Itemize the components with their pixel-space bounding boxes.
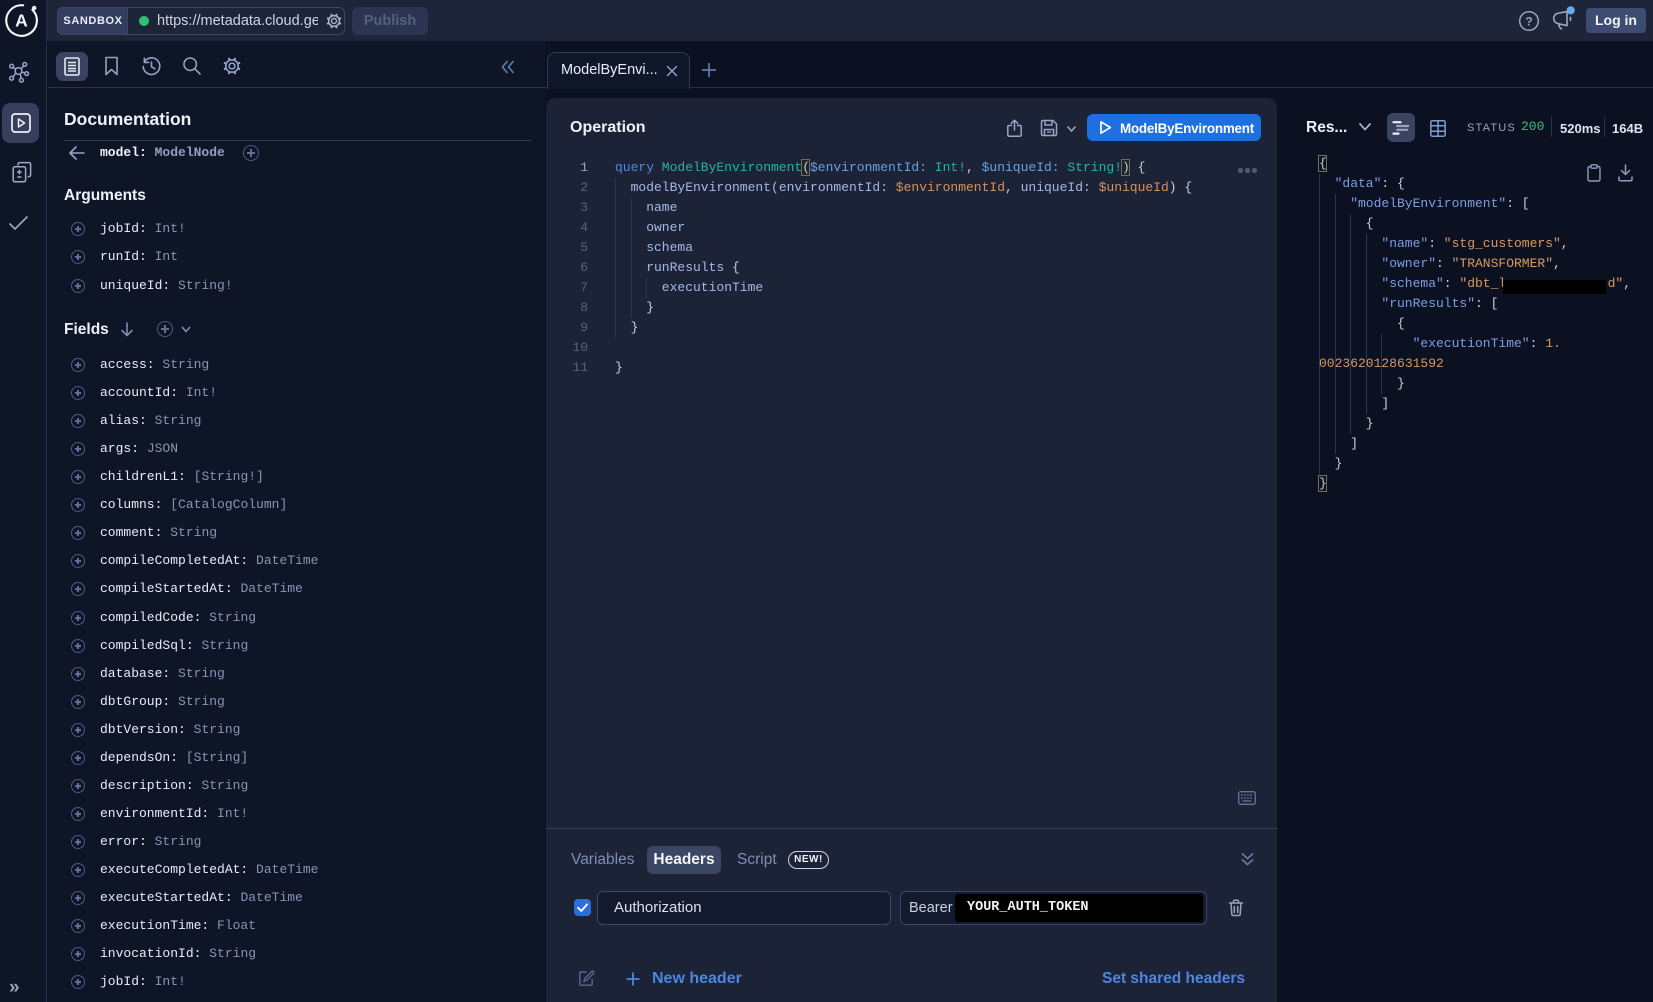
svg-text:A: A bbox=[15, 11, 28, 31]
svg-text:?: ? bbox=[1525, 14, 1532, 28]
